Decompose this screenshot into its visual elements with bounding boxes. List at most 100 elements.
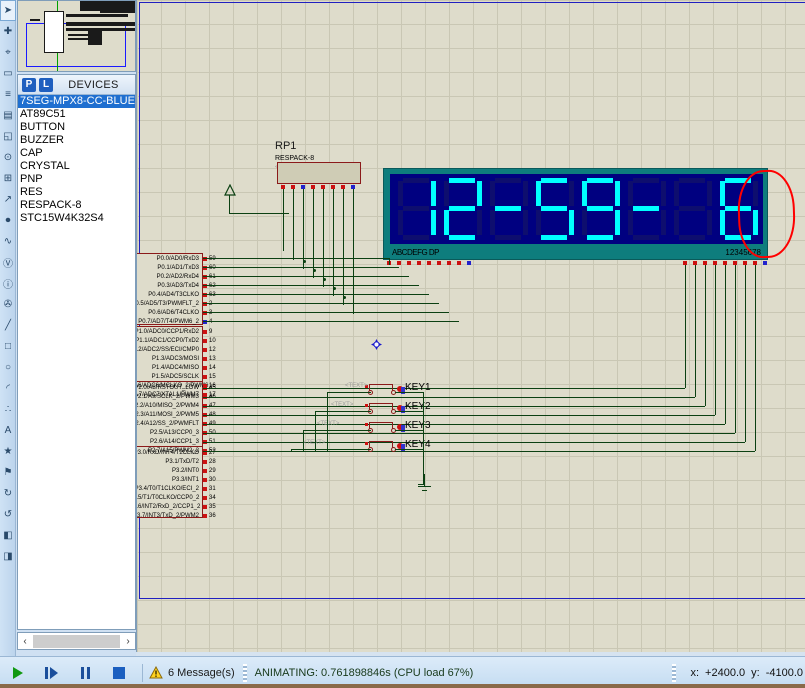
device-list-hscrollbar[interactable]: ‹ ›: [17, 632, 136, 650]
mcu-pin-number: 36: [209, 513, 216, 519]
preview-keys-block: [88, 31, 102, 45]
display-screen: [390, 174, 763, 244]
mode-toolbar: ➤ ✚ ⌖ ▭ ≡ ▤ ◱ ⊙ ⊞ ↗ ⏺ ∿ Ⓥⓘ ✇ ╱ □ ○ ◜ ∴ A ★ ⚑ ↻ ↺ ◧ ◨: [0, 0, 16, 658]
device-list-item[interactable]: CRYSTAL: [18, 160, 135, 173]
digit-bus-wire: [203, 406, 705, 407]
mcu-pin-name: P1.3/ADC3/MOSI: [151, 356, 199, 362]
seven-segment-display[interactable]: ABCDEFG DP 12345678: [383, 168, 768, 260]
mcu-pin-name: P2.4/A12/SS_2/PWMFLT: [136, 421, 199, 427]
selection-mode-icon[interactable]: ➤: [0, 0, 16, 21]
box-tool-icon[interactable]: □: [0, 336, 16, 357]
scroll-right-arrow[interactable]: ›: [121, 636, 135, 647]
preview-wire: [30, 19, 40, 21]
device-list[interactable]: 7SEG-MPX8-CC-BLUE AT89C51 BUTTON BUZZER CAP C…: [18, 95, 135, 225]
rotate-cw-icon[interactable]: ↻: [0, 483, 16, 504]
mcu-pin-marker: [203, 357, 207, 361]
key-switch[interactable]: KEY3: [365, 419, 449, 435]
status-grip[interactable]: [242, 663, 247, 682]
generator-icon[interactable]: ∿: [0, 231, 16, 252]
subcircuit-icon[interactable]: ◱: [0, 126, 16, 147]
arc-tool-icon[interactable]: ◜: [0, 378, 16, 399]
marker-tool-icon[interactable]: ⚑: [0, 462, 16, 483]
terminal-icon[interactable]: ⊙: [0, 147, 16, 168]
key-switch[interactable]: KEY2: [365, 400, 449, 416]
mcu-pin-number: 10: [209, 338, 216, 344]
device-list-item[interactable]: BUTTON: [18, 121, 135, 134]
messages-area[interactable]: 6 Message(s): [149, 666, 235, 679]
mcu-pin-name: P3.3/INT1: [171, 477, 199, 483]
scroll-thumb[interactable]: [33, 634, 120, 648]
coords-grip[interactable]: [672, 663, 677, 682]
mcu-pin-name: P3.6/INT2/RxD_2/CCP1_2: [136, 504, 201, 510]
display-segment-a: [403, 178, 429, 183]
display-segment-f: [628, 181, 633, 206]
voltage-probe-icon[interactable]: Ⓥ: [0, 252, 16, 273]
library-button[interactable]: L: [39, 77, 53, 92]
mcu-pin-marker: [203, 460, 207, 464]
display-segment-b: [523, 181, 528, 206]
step-button[interactable]: [34, 666, 68, 680]
current-probe-icon[interactable]: ⓘ: [0, 273, 16, 294]
scroll-left-arrow[interactable]: ‹: [18, 636, 32, 647]
key-mcu-wire: [291, 449, 371, 450]
device-list-item[interactable]: BUZZER: [18, 134, 135, 147]
key-wire: [395, 449, 423, 450]
mcu-pin-marker: [203, 496, 207, 500]
display-segment-c: [707, 210, 712, 235]
component-mode-icon[interactable]: ✚: [0, 21, 16, 42]
mirror-y-icon[interactable]: ◨: [0, 546, 16, 567]
display-segment-b: [431, 181, 436, 206]
symbol-tool-icon[interactable]: ★: [0, 441, 16, 462]
device-list-item[interactable]: CAP: [18, 147, 135, 160]
display-segment-e: [398, 210, 403, 235]
wire-label-icon[interactable]: ▭: [0, 63, 16, 84]
display-segment-d: [495, 235, 521, 240]
line-tool-icon[interactable]: ╱: [0, 315, 16, 336]
display-segment-e: [720, 210, 725, 235]
graph-icon[interactable]: ↗: [0, 189, 16, 210]
device-list-item[interactable]: PNP: [18, 173, 135, 186]
rotate-ccw-icon[interactable]: ↺: [0, 504, 16, 525]
respack-body[interactable]: [277, 162, 361, 184]
circle-tool-icon[interactable]: ○: [0, 357, 16, 378]
device-pin-icon[interactable]: ⊞: [0, 168, 16, 189]
mirror-x-icon[interactable]: ◧: [0, 525, 16, 546]
device-list-item[interactable]: RES: [18, 186, 135, 199]
device-list-item[interactable]: AT89C51: [18, 108, 135, 121]
key-mcu-wire: [315, 411, 371, 412]
bus-icon[interactable]: ▤: [0, 105, 16, 126]
respack-pin-wire: [303, 189, 304, 269]
device-list-item[interactable]: RESPACK-8: [18, 199, 135, 212]
mcu-pin-name: P2.2/A10/MISO_2/PWM4: [136, 403, 199, 409]
desktop-background-strip: [0, 684, 805, 688]
warning-triangle-icon: [149, 666, 163, 679]
mcu-pin-name: P2.3/A11/MOSI_2/PWM5: [136, 412, 199, 418]
pick-devices-button[interactable]: P: [22, 77, 36, 92]
key-text-label: <TEXT>: [345, 383, 368, 389]
stop-button[interactable]: [102, 666, 136, 680]
play-button[interactable]: [0, 666, 34, 680]
device-list-item[interactable]: 7SEG-MPX8-CC-BLUE: [18, 95, 135, 108]
text-tool-icon[interactable]: A: [0, 420, 16, 441]
mcu-pin-name: P2.5/A13/CCP0_3: [149, 430, 199, 436]
device-list-item[interactable]: STC15W4K32S4: [18, 212, 135, 225]
junction-dot-icon[interactable]: ⌖: [0, 42, 16, 63]
display-segment-e: [490, 210, 495, 235]
display-segment-b: [615, 181, 620, 206]
pause-button[interactable]: [68, 666, 102, 680]
tape-recorder-icon[interactable]: ⏺: [0, 210, 16, 231]
display-segment-g: [495, 206, 521, 211]
path-tool-icon[interactable]: ∴: [0, 399, 16, 420]
virtual-instrument-icon[interactable]: ✇: [0, 294, 16, 315]
key-switch[interactable]: KEY4: [365, 438, 449, 454]
schematic-preview-pane[interactable]: [17, 0, 136, 72]
respack-pin-wire: [333, 189, 334, 296]
text-script-icon[interactable]: ≡: [0, 84, 16, 105]
display-segment-c: [431, 210, 436, 235]
power-symbol[interactable]: [223, 183, 237, 201]
schematic-canvas[interactable]: P0.0/AD0/RxD3 59 P0.1/AD1/TxD3 60 P0.2/AD2/R…: [136, 0, 805, 652]
mcu-pin-number: 14: [209, 365, 216, 371]
key-mcu-wire: [291, 449, 292, 452]
key-switch[interactable]: KEY1: [365, 381, 449, 397]
red-annotation-circle: [736, 169, 797, 259]
